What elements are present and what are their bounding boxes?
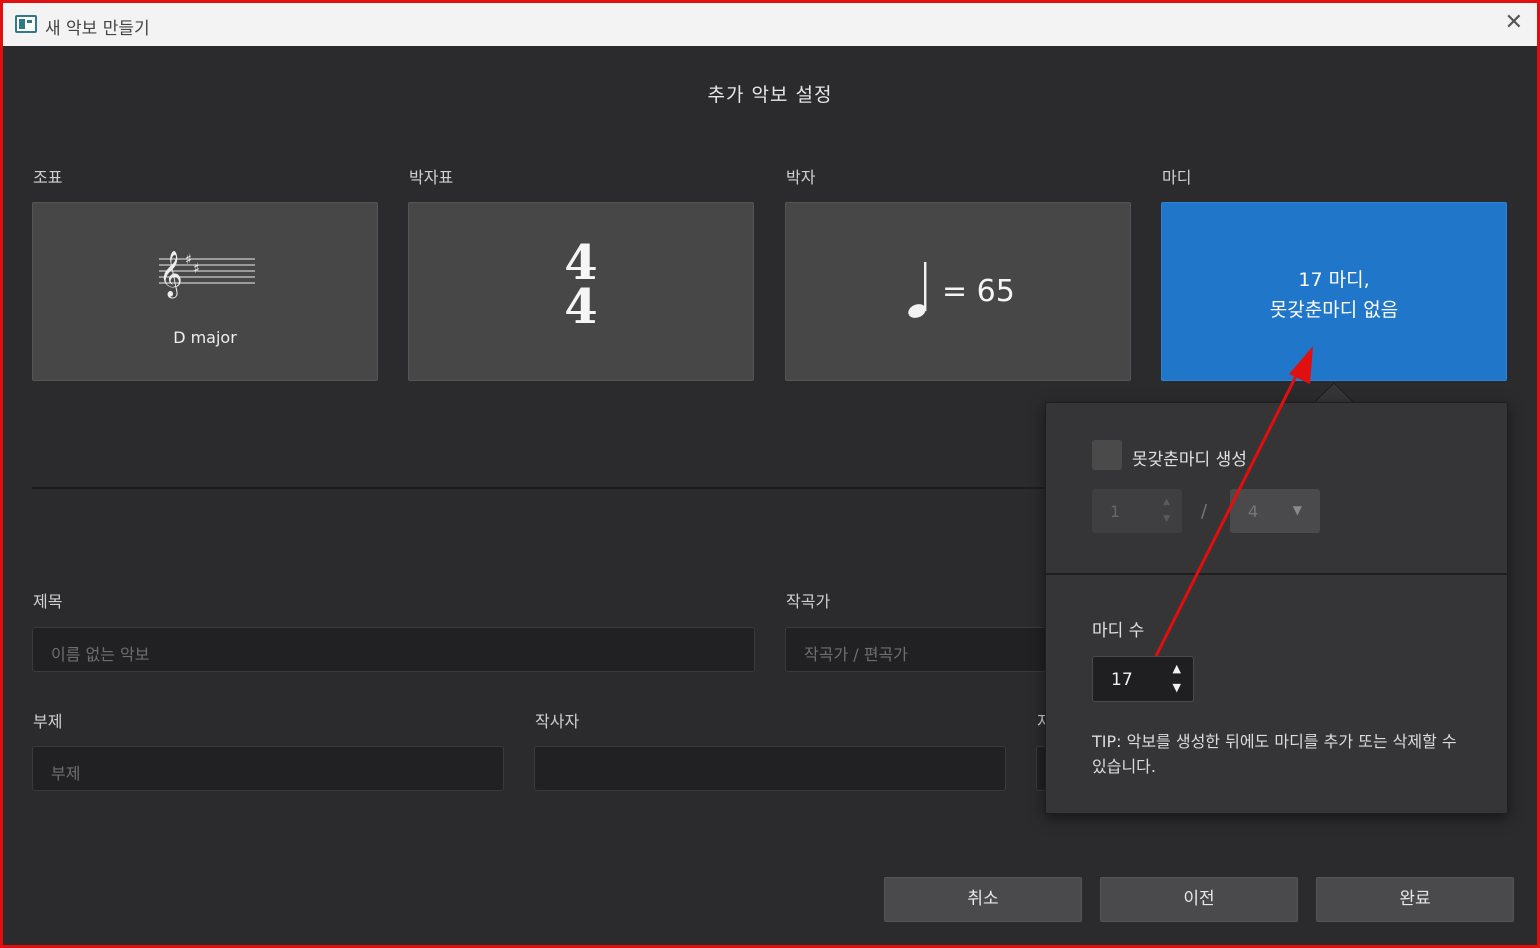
tip-prefix: TIP bbox=[1092, 732, 1117, 751]
quarter-note-icon bbox=[908, 262, 927, 318]
pickup-slash: / bbox=[1201, 501, 1208, 522]
measures-count-text: 17 마디, bbox=[1298, 269, 1370, 291]
measure-count-value[interactable]: 17 bbox=[1111, 670, 1133, 690]
title-label: 제목 bbox=[33, 592, 63, 611]
previous-button[interactable]: 이전 bbox=[1100, 877, 1298, 922]
lyricist-label: 작사자 bbox=[535, 712, 580, 731]
title-input[interactable]: 이름 없는 악보 bbox=[32, 627, 755, 672]
tip-text: TIP: 악보를 생성한 뒤에도 마디를 추가 또는 삭제할 수 있습니다. bbox=[1092, 729, 1462, 779]
pickup-denominator-value: 4 bbox=[1248, 502, 1259, 521]
close-icon[interactable]: ✕ bbox=[1505, 11, 1523, 35]
tempo-label: 박자 bbox=[786, 168, 816, 187]
cancel-button[interactable]: 취소 bbox=[884, 877, 1082, 922]
time-signature-label: 박자표 bbox=[409, 168, 454, 187]
increment-arrow-icon[interactable]: ▲ bbox=[1173, 662, 1181, 675]
subtitle-input[interactable]: 부제 bbox=[32, 746, 504, 791]
time-signature-denominator: 4 bbox=[564, 279, 598, 335]
subtitle-label: 부제 bbox=[33, 712, 63, 731]
svg-text:𝄞: 𝄞 bbox=[159, 251, 183, 299]
measures-popover: 못갖춘마디 생성 1 ▲ ▼ / 4 ▼ 마디 수 17 ▲ ▼ TIP: 악보를… bbox=[1045, 402, 1508, 814]
pickup-numerator-value: 1 bbox=[1110, 502, 1121, 521]
time-signature-card[interactable]: 4 4 bbox=[408, 202, 754, 381]
copyright-label: 저 bbox=[1037, 712, 1045, 731]
pickup-checkbox-label[interactable]: 못갖춘마디 생성 bbox=[1132, 445, 1247, 470]
title-bar: 새 악보 만들기 ✕ bbox=[3, 3, 1537, 46]
key-signature-label: 조표 bbox=[33, 168, 63, 187]
chevron-down-icon: ▼ bbox=[1292, 503, 1302, 517]
pickup-numerator-spinner: 1 ▲ ▼ bbox=[1092, 489, 1182, 533]
pickup-checkbox[interactable] bbox=[1092, 440, 1122, 470]
tempo-card[interactable]: = 65 bbox=[785, 202, 1131, 381]
app-icon bbox=[15, 15, 37, 33]
measures-card[interactable]: 17 마디, 못갖춘마디 없음 bbox=[1161, 202, 1507, 381]
popover-separator bbox=[1046, 573, 1507, 575]
finish-button[interactable]: 완료 bbox=[1316, 877, 1514, 922]
measures-summary: 17 마디, 못갖춘마디 없음 bbox=[1162, 265, 1506, 325]
tempo-bpm: = 65 bbox=[942, 274, 1015, 309]
lyricist-input[interactable] bbox=[534, 746, 1006, 791]
tip-body: : 악보를 생성한 뒤에도 마디를 추가 또는 삭제할 수 있습니다. bbox=[1092, 732, 1457, 776]
time-signature-value: 4 4 bbox=[409, 239, 753, 335]
staff-key-icon: 𝄞 ♯ ♯ bbox=[159, 251, 255, 299]
key-name: D major bbox=[173, 328, 237, 347]
composer-input[interactable]: 작곡가 / 편곡가 bbox=[785, 627, 1047, 672]
measure-count-label: 마디 수 bbox=[1092, 621, 1145, 641]
measure-count-spinner[interactable]: 17 ▲ ▼ bbox=[1092, 656, 1194, 702]
svg-text:♯: ♯ bbox=[185, 252, 192, 268]
decrement-arrow-icon[interactable]: ▼ bbox=[1173, 681, 1181, 694]
pickup-denominator-select: 4 ▼ bbox=[1230, 489, 1320, 533]
key-signature-card[interactable]: 𝄞 ♯ ♯ D major bbox=[32, 202, 378, 381]
measures-label: 마디 bbox=[1162, 168, 1192, 187]
section-divider bbox=[32, 487, 1044, 489]
window-title: 새 악보 만들기 bbox=[45, 19, 150, 39]
spinner-arrows-icon: ▲ ▼ bbox=[1163, 497, 1170, 524]
pickup-status-text: 못갖춘마디 없음 bbox=[1269, 299, 1399, 321]
composer-label: 작곡가 bbox=[786, 592, 831, 611]
dialog-title: 추가 악보 설정 bbox=[707, 84, 833, 106]
svg-text:♯: ♯ bbox=[193, 261, 200, 277]
